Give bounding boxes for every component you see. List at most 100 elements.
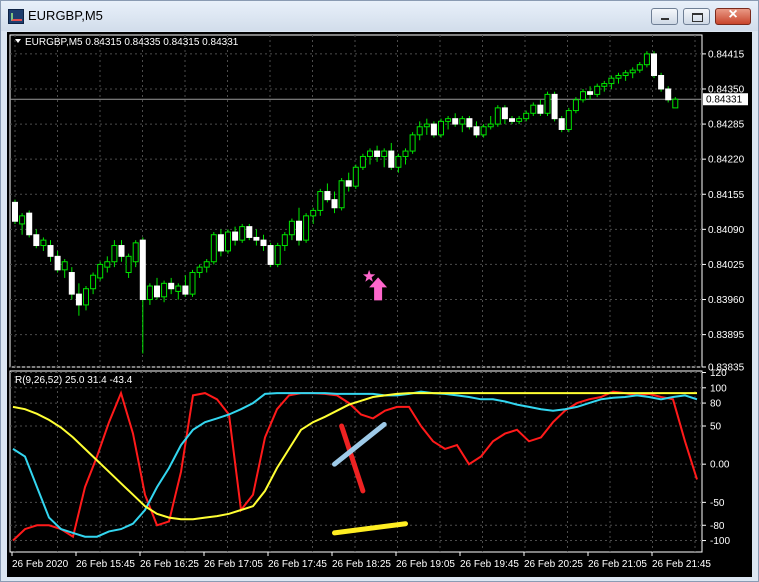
candle-body [154, 285, 160, 298]
candle-body [267, 245, 274, 265]
candle-body [19, 215, 26, 225]
candle-body [395, 155, 402, 168]
candle-body [572, 99, 579, 112]
candle-body [658, 74, 665, 90]
candle-body [608, 77, 615, 85]
candle-body [303, 215, 310, 241]
candle-body [651, 53, 657, 76]
candle-body [601, 83, 608, 87]
candle-body [33, 234, 40, 247]
candle-body [466, 118, 473, 128]
candle-body [310, 209, 317, 217]
candle-body [643, 53, 650, 66]
candle-body [90, 274, 97, 290]
price-axis-label: 0.83895 [708, 330, 745, 341]
candle-body [516, 118, 523, 122]
candle-body [622, 72, 629, 76]
osc-axis-label: -50 [710, 498, 725, 509]
candle-body [296, 220, 302, 241]
time-axis-label: 26 Feb 21:45 [652, 559, 711, 570]
candle-body [168, 282, 175, 290]
candle-body [587, 91, 594, 95]
time-axis-label: 26 Feb 19:45 [460, 559, 519, 570]
candle-body [253, 236, 260, 241]
minimize-button[interactable] [651, 8, 678, 25]
candle-body [104, 261, 111, 268]
candle-body [260, 239, 267, 247]
candle-body [501, 107, 508, 120]
candle-body [26, 212, 33, 236]
candle-body [139, 239, 146, 301]
candle-body [75, 293, 82, 306]
close-button[interactable] [715, 6, 751, 25]
oscillator-title: R(9,26,52) 25.0 31.4 -43.4 [15, 375, 133, 386]
time-axis-label: 26 Feb 18:25 [332, 559, 391, 570]
time-axis-label: 26 Feb 16:25 [140, 559, 199, 570]
terminal-window: EURGBP,M5 0.844150.843500.842850.842200.… [0, 0, 759, 582]
candle-body [274, 245, 281, 265]
candle-body [423, 123, 430, 128]
candle-body [196, 266, 203, 274]
candle-body [629, 69, 636, 74]
star-marker-icon [362, 269, 376, 282]
candle-body [480, 126, 487, 136]
osc-axis-label: 80 [710, 399, 722, 410]
price-axis-label: 0.84025 [708, 260, 745, 271]
time-axis-label: 26 Feb 21:05 [588, 559, 647, 570]
time-axis-label: 26 Feb 2020 [12, 559, 69, 570]
candle-body [40, 239, 47, 247]
candle-body [47, 245, 54, 257]
candle-body [132, 242, 139, 263]
window-title: EURGBP,M5 [28, 8, 103, 23]
chart-canvas[interactable]: 0.844150.843500.842850.842200.841550.840… [7, 32, 752, 577]
candle-body [487, 123, 494, 128]
time-axis-label: 26 Feb 19:05 [396, 559, 455, 570]
candle-body [352, 166, 359, 187]
maximize-button[interactable] [683, 8, 710, 25]
candle-body [210, 234, 217, 263]
chart-app-icon [8, 9, 24, 24]
time-axis-label: 26 Feb 17:45 [268, 559, 327, 570]
price-panel-frame [9, 34, 703, 368]
candle-body [374, 150, 381, 157]
candle-body [331, 199, 338, 209]
candle-body [54, 255, 61, 271]
candle-body [558, 118, 565, 130]
time-axis-label: 26 Feb 20:25 [524, 559, 583, 570]
osc-axis-label: 100 [710, 383, 727, 394]
candle-body [324, 191, 331, 201]
candle-body [445, 118, 452, 122]
candle-body [530, 104, 537, 114]
candle-body [565, 110, 572, 130]
candle-body [409, 134, 416, 152]
candle-body [672, 98, 679, 109]
candle-body [430, 123, 437, 136]
candle-body [452, 118, 459, 125]
candle-body [68, 272, 75, 295]
osc-axis-label: 0.00 [710, 460, 730, 471]
current-price-label: 0.84331 [706, 95, 743, 106]
candle-body [281, 234, 288, 247]
candle-body [189, 272, 196, 295]
candle-body [125, 255, 132, 274]
candle-body [544, 93, 551, 114]
candle-body [217, 234, 224, 252]
chart-area[interactable]: 0.84415 0.84350 0.84285 0.84220 0.84155 0.840… [7, 32, 752, 577]
candle-body [523, 112, 530, 120]
candle-body [246, 226, 253, 238]
candle-body [175, 285, 182, 292]
osc-axis-label: -100 [710, 536, 730, 547]
price-axis-label: 0.84285 [708, 120, 745, 131]
candle-body [494, 107, 501, 125]
collapse-triangle-icon[interactable] [15, 39, 21, 43]
candle-body [459, 118, 466, 125]
candle-body [97, 263, 104, 279]
time-axis-label: 26 Feb 17:05 [204, 559, 263, 570]
candle-body [338, 180, 345, 209]
candle-body [239, 226, 246, 241]
candle-body [416, 126, 423, 136]
candle-body [509, 118, 515, 122]
candle-body [118, 245, 125, 257]
title-bar[interactable]: EURGBP,M5 [1, 1, 758, 31]
price-axis-label: 0.83960 [708, 295, 745, 306]
